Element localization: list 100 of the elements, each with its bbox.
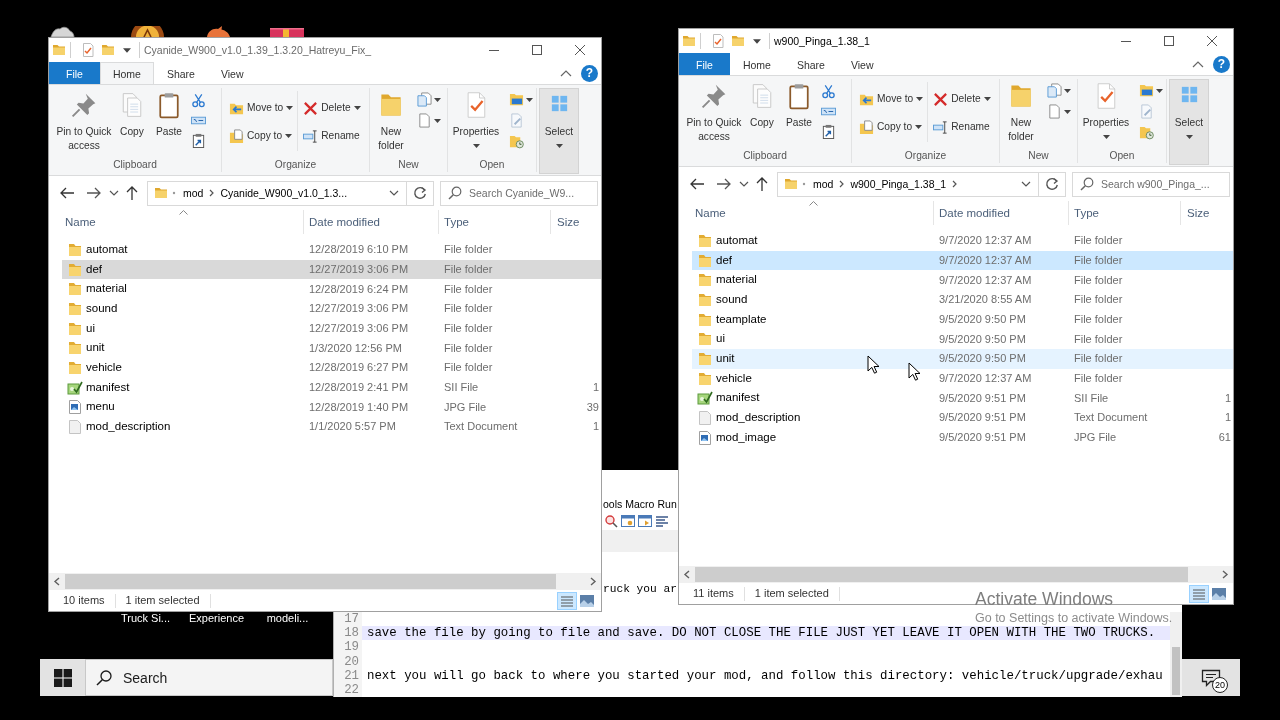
caret-icon[interactable]	[526, 97, 533, 102]
back-arrow-icon[interactable]	[59, 185, 75, 201]
address-bar[interactable]: mod w900_Pinga_1.38_1	[777, 171, 1039, 197]
column-header[interactable]: Date modified	[934, 201, 1069, 225]
file-tab[interactable]: File	[49, 62, 100, 84]
file-row[interactable]: teamplate 9/5/2020 9:50 PM File folder	[692, 309, 1233, 330]
magnifier-icon[interactable]	[604, 514, 618, 528]
search-field[interactable]: Search w900_Pinga_...	[1072, 171, 1230, 197]
ribbon-tab[interactable]: View	[837, 53, 887, 75]
chevron-down-icon[interactable]	[1021, 181, 1031, 187]
column-header[interactable]: Name	[692, 201, 934, 225]
windows-logo-icon[interactable]	[53, 668, 72, 687]
scissors-icon[interactable]	[821, 84, 836, 99]
ribbon-tab[interactable]: Share	[153, 62, 208, 84]
select-button[interactable]: Select	[539, 88, 579, 174]
properties-button[interactable]: Properties	[448, 85, 504, 148]
blob-icon[interactable]	[205, 26, 232, 37]
scrollbar-thumb[interactable]	[695, 567, 1188, 582]
forward-arrow-icon[interactable]	[86, 185, 102, 201]
close-icon[interactable]	[1206, 36, 1217, 46]
folder-window-icon[interactable]	[509, 92, 524, 107]
breadcrumb-item[interactable]: mod	[180, 184, 207, 202]
file-row[interactable]: manifest 12/28/2019 2:41 PM SII File 1	[62, 377, 601, 398]
refresh-button[interactable]	[1039, 171, 1066, 197]
desktop-icon-label[interactable]: modeli...	[266, 612, 309, 625]
caret-icon[interactable]	[753, 38, 761, 44]
up-arrow-icon[interactable]	[125, 185, 139, 201]
delete-button[interactable]: Delete	[303, 97, 361, 119]
breadcrumb-item[interactable]: Cyanide_W900_v1.0_1.3...	[217, 184, 351, 202]
file-row[interactable]: sound 12/27/2019 3:06 PM File folder	[62, 299, 601, 319]
breadcrumb-item[interactable]: w900_Pinga_1.38_1	[847, 175, 950, 193]
column-header[interactable]: Size	[551, 210, 601, 234]
chevron-down-icon[interactable]	[389, 190, 399, 196]
rename-button[interactable]: Rename	[303, 125, 361, 147]
list-icon[interactable]	[1189, 584, 1209, 603]
file-row[interactable]: mod_image 9/5/2020 9:51 PM JPG File 61	[692, 427, 1233, 448]
back-arrow-icon[interactable]	[689, 176, 705, 192]
ribbon-tab[interactable]: View	[207, 62, 257, 84]
file-row[interactable]: ui 9/5/2020 9:50 PM File folder	[692, 329, 1233, 350]
maximize-icon[interactable]	[531, 45, 542, 55]
help-button[interactable]: ?	[1213, 55, 1230, 73]
caret-icon[interactable]	[1064, 88, 1071, 93]
book-icon[interactable]	[269, 26, 305, 37]
copy-button[interactable]: Copy	[747, 76, 777, 130]
select-button[interactable]: Select	[1169, 79, 1209, 165]
close-icon[interactable]	[574, 45, 585, 55]
file-row[interactable]: automat 9/7/2020 12:37 AM File folder	[692, 231, 1233, 251]
chevron-right-icon[interactable]	[590, 577, 597, 586]
move-to-button[interactable]: Move to	[229, 97, 294, 119]
file-row[interactable]: manifest 9/5/2020 9:51 PM SII File 1	[692, 388, 1233, 409]
column-header[interactable]: Size	[1181, 201, 1233, 225]
chevron-left-icon[interactable]	[683, 570, 690, 579]
folder-window-icon[interactable]	[1139, 83, 1154, 98]
file-row[interactable]: unit 1/3/2020 12:56 PM File folder	[62, 338, 601, 359]
desktop-icon-label[interactable]: Experience	[188, 612, 244, 625]
checked-page-icon[interactable]	[81, 43, 95, 57]
paste-button[interactable]: Paste	[152, 85, 186, 139]
rename-button[interactable]: Rename	[933, 116, 991, 138]
chevron-down-icon[interactable]	[739, 181, 749, 187]
menu-item[interactable]: Run	[657, 497, 677, 512]
chevron-right-icon[interactable]	[952, 180, 958, 188]
caret-icon[interactable]	[1156, 88, 1163, 93]
cloud-icon[interactable]	[50, 26, 75, 37]
folder-clock-icon[interactable]	[509, 134, 524, 149]
emblem-icon[interactable]	[130, 26, 165, 37]
pin-button[interactable]: Pin to Quick access	[54, 85, 114, 153]
ribbon-tab[interactable]: Home	[99, 62, 154, 84]
copy-to-button[interactable]: Copy to	[859, 116, 924, 138]
caret-icon[interactable]	[434, 118, 441, 123]
pin-button[interactable]: Pin to Quick access	[684, 76, 744, 144]
chevron-down-icon[interactable]	[109, 190, 119, 196]
move-to-button[interactable]: Move to	[859, 88, 924, 110]
refresh-button[interactable]	[407, 180, 434, 206]
desktop-icon-label[interactable]: Truck Si...	[120, 612, 171, 625]
chevron-left-icon[interactable]	[53, 577, 60, 586]
folder-clock-icon[interactable]	[1139, 125, 1154, 140]
file-row[interactable]: def 12/27/2019 3:06 PM File folder	[62, 259, 601, 280]
chevron-right-icon[interactable]	[1222, 570, 1229, 579]
file-row[interactable]: ui 12/27/2019 3:06 PM File folder	[62, 318, 601, 339]
window-icon[interactable]	[621, 514, 635, 528]
new-folder-button[interactable]: New folder	[370, 85, 412, 153]
column-header[interactable]: Type	[1069, 201, 1181, 225]
help-button[interactable]: ?	[581, 64, 598, 82]
scissors-icon[interactable]	[191, 93, 206, 108]
menu-item[interactable]: ools	[603, 497, 623, 512]
file-row[interactable]: vehicle 12/28/2019 6:27 PM File folder	[62, 358, 601, 378]
copy-button[interactable]: Copy	[117, 85, 147, 139]
chevron-up-icon[interactable]	[1192, 60, 1204, 68]
up-arrow-icon[interactable]	[755, 176, 769, 192]
scrollbar-thumb[interactable]	[65, 574, 556, 589]
checked-page-icon[interactable]	[711, 34, 725, 48]
file-tab[interactable]: File	[679, 53, 730, 75]
forward-arrow-icon[interactable]	[716, 176, 732, 192]
caret-icon[interactable]	[434, 97, 441, 102]
file-row[interactable]: unit 9/5/2020 9:50 PM File folder	[692, 349, 1233, 369]
file-row[interactable]: material 12/28/2019 6:24 PM File folder	[62, 279, 601, 300]
chevron-up-icon[interactable]	[560, 69, 572, 77]
paste-button[interactable]: Paste	[782, 76, 816, 130]
search-field[interactable]: Search Cyanide_W9...	[440, 180, 598, 206]
caret-icon[interactable]	[1064, 109, 1071, 114]
